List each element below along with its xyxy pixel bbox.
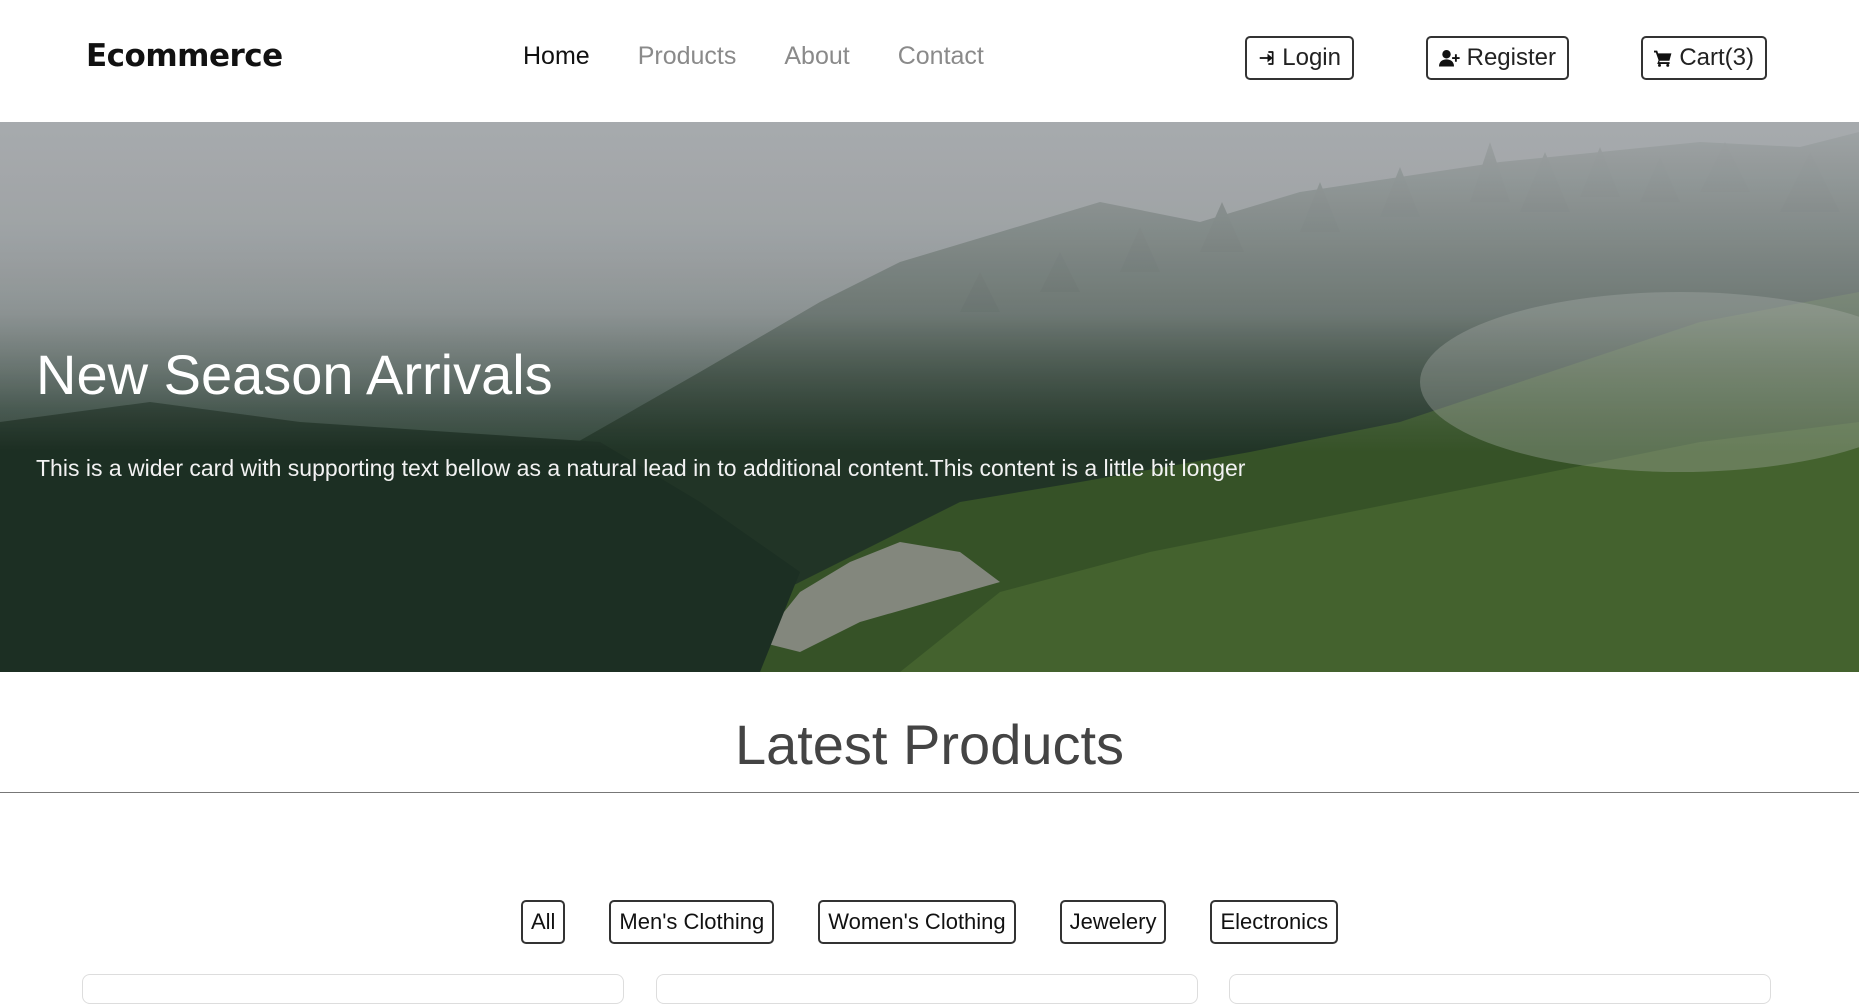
filter-all-button[interactable]: All bbox=[520, 900, 566, 944]
nav-link-products[interactable]: Products bbox=[638, 42, 737, 71]
filter-jewelery-button[interactable]: Jewelery bbox=[1059, 900, 1167, 944]
cart-icon bbox=[1654, 50, 1672, 67]
section-title: Latest Products bbox=[734, 713, 1125, 776]
login-label: Login bbox=[1282, 44, 1341, 71]
register-label: Register bbox=[1466, 44, 1556, 71]
cart-label: Cart(3) bbox=[1679, 44, 1754, 71]
product-card[interactable] bbox=[82, 974, 624, 1004]
brand-logo[interactable]: Ecommerce bbox=[86, 38, 283, 74]
filter-electronics-button[interactable]: Electronics bbox=[1210, 900, 1339, 944]
login-button[interactable]: Login bbox=[1245, 36, 1354, 80]
hero-title: New Season Arrivals bbox=[36, 343, 553, 406]
nav-link-about[interactable]: About bbox=[784, 42, 849, 71]
register-button[interactable]: Register bbox=[1426, 36, 1569, 80]
category-filters: All Men's Clothing Women's Clothing Jewe… bbox=[0, 900, 1859, 944]
filter-mens-clothing-button[interactable]: Men's Clothing bbox=[609, 900, 775, 944]
product-card[interactable] bbox=[1229, 974, 1771, 1004]
nav-links: Home Products About Contact bbox=[523, 42, 984, 71]
section-divider bbox=[0, 792, 1859, 793]
user-plus-icon bbox=[1439, 50, 1460, 67]
filter-womens-clothing-button[interactable]: Women's Clothing bbox=[818, 900, 1016, 944]
sign-in-icon bbox=[1259, 51, 1274, 65]
navbar: Ecommerce Home Products About Contact Lo… bbox=[0, 0, 1859, 122]
nav-link-home[interactable]: Home bbox=[523, 42, 590, 71]
cart-button[interactable]: Cart(3) bbox=[1641, 36, 1767, 80]
hero-text: This is a wider card with supporting tex… bbox=[36, 455, 1246, 481]
hero-banner: New Season Arrivals This is a wider card… bbox=[0, 122, 1859, 672]
nav-link-contact[interactable]: Contact bbox=[898, 42, 984, 71]
product-card[interactable] bbox=[656, 974, 1198, 1004]
